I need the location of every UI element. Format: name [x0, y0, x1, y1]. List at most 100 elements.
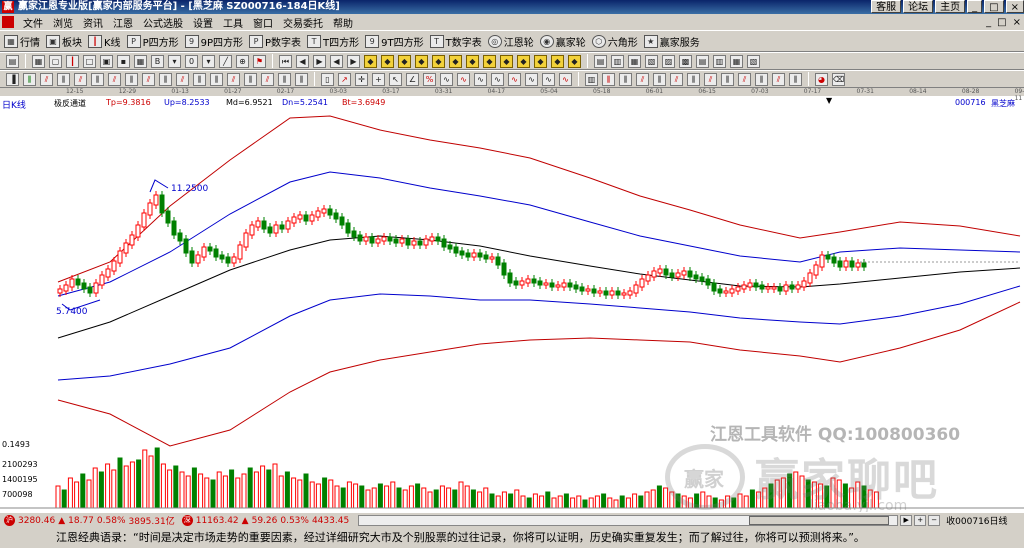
diamond-9-icon[interactable]: ◆ [500, 54, 513, 68]
menu-file[interactable]: 文件 [18, 15, 48, 30]
tool-bars-5-icon[interactable]: ⫼ [159, 72, 172, 86]
close-button[interactable]: × [1005, 0, 1024, 13]
tool-fib-4-icon[interactable]: ⫼ [653, 72, 666, 86]
tool-bars-3-icon[interactable]: ⫼ [125, 72, 138, 86]
9p-square-button[interactable]: 9 9P四方形 [184, 34, 243, 49]
menu-help[interactable]: 帮助 [328, 15, 358, 30]
tool-bars-8-icon[interactable]: ⫼ [210, 72, 223, 86]
chart-10-icon[interactable]: ▧ [747, 54, 760, 68]
candle-icon[interactable]: ┃ [66, 54, 79, 68]
grid-small-icon[interactable]: ▦ [134, 54, 147, 68]
tool-fib-10-icon[interactable]: ⫼ [755, 72, 768, 86]
diamond-8-icon[interactable]: ◆ [483, 54, 496, 68]
chart-5-icon[interactable]: ▨ [662, 54, 675, 68]
kline-button[interactable]: ┃ K线 [88, 34, 121, 49]
tool-wave-6-icon[interactable]: ∿ [525, 72, 538, 86]
menu-window[interactable]: 窗口 [248, 15, 278, 30]
tool-bars-6-icon[interactable]: ⫽ [176, 72, 189, 86]
tool-line-icon[interactable]: ⫼ [23, 72, 36, 86]
tool-wave-5-icon[interactable]: ∿ [508, 72, 521, 86]
chart-2-icon[interactable]: ▥ [611, 54, 624, 68]
menu-browse[interactable]: 浏览 [48, 15, 78, 30]
tool-arrow-icon[interactable]: ↗ [338, 72, 351, 86]
color-wheel-icon[interactable]: ◕ [815, 72, 828, 86]
tool-grid-icon[interactable]: ⫼ [57, 72, 70, 86]
tool-fib-7-icon[interactable]: ⫽ [704, 72, 717, 86]
cursor-icon[interactable]: ▯ [321, 72, 334, 86]
tool-bars-2-icon[interactable]: ⫽ [108, 72, 121, 86]
scroll-right-icon[interactable]: ▶ [900, 515, 913, 526]
diamond-11-icon[interactable]: ◆ [534, 54, 547, 68]
9t-square-button[interactable]: 9 9T四方形 [365, 34, 424, 49]
zoom-out-icon[interactable]: − [928, 515, 941, 526]
bar-icon[interactable]: ▐ [6, 72, 19, 86]
menu-gann[interactable]: 江恩 [108, 15, 138, 30]
hexagon-button[interactable]: ⬡ 六角形 [591, 34, 638, 49]
diamond-icon[interactable]: ◆ [364, 54, 377, 68]
plus-icon[interactable]: + [372, 72, 385, 86]
diamond-2-icon[interactable]: ◆ [381, 54, 394, 68]
tool-fib-9-icon[interactable]: ⫽ [738, 72, 751, 86]
tool-wave-3-icon[interactable]: ∿ [474, 72, 487, 86]
scrollbar-thumb[interactable] [749, 516, 890, 525]
square-icon[interactable]: ▢ [49, 54, 62, 68]
first-icon[interactable]: ⏮ [279, 54, 292, 68]
diamond-6-icon[interactable]: ◆ [449, 54, 462, 68]
menu-formula-screener[interactable]: 公式选股 [138, 15, 188, 30]
flag-icon[interactable]: ⚑ [253, 54, 266, 68]
square-alt-icon[interactable]: ▣ [100, 54, 113, 68]
chart-9-icon[interactable]: ▦ [730, 54, 743, 68]
menu-news[interactable]: 资讯 [78, 15, 108, 30]
next-icon[interactable]: ▶ [313, 54, 326, 68]
menu-trading[interactable]: 交易委托 [278, 15, 328, 30]
tool-bars-12-icon[interactable]: ⫼ [278, 72, 291, 86]
service-button[interactable]: ★ 赢家服务 [643, 34, 700, 49]
chart-4-icon[interactable]: ▧ [645, 54, 658, 68]
chart-8-icon[interactable]: ▥ [713, 54, 726, 68]
tool-fib-5-icon[interactable]: ⫽ [670, 72, 683, 86]
quotes-button[interactable]: ▦ 行情 [4, 34, 40, 49]
tool-parallel-icon[interactable]: ⫽ [74, 72, 87, 86]
tool-wave-2-icon[interactable]: ∿ [457, 72, 470, 86]
homepage-button[interactable]: 主页 [935, 0, 966, 13]
tool-fib-3-icon[interactable]: ⫽ [636, 72, 649, 86]
winner-wheel-button[interactable]: ◉ 赢家轮 [539, 34, 586, 49]
tool-fib-2-icon[interactable]: ⫼ [619, 72, 632, 86]
crosshair-icon[interactable]: ✛ [355, 72, 368, 86]
diamond-4-icon[interactable]: ◆ [415, 54, 428, 68]
period-tab[interactable]: 收000716日线 [946, 514, 1007, 527]
diamond-5-icon[interactable]: ◆ [432, 54, 445, 68]
chart-3-icon[interactable]: ▦ [628, 54, 641, 68]
menu-settings[interactable]: 设置 [188, 15, 218, 30]
square-outline-icon[interactable]: □ [83, 54, 96, 68]
tool-fib-12-icon[interactable]: ⫼ [789, 72, 802, 86]
chevron-down-icon[interactable]: ▾ [202, 54, 215, 68]
diamond-7-icon[interactable]: ◆ [466, 54, 479, 68]
dot-square-icon[interactable]: ▪ [117, 54, 130, 68]
tool-bars-4-icon[interactable]: ⫽ [142, 72, 155, 86]
chart-7-icon[interactable]: ▤ [696, 54, 709, 68]
diamond-12-icon[interactable]: ◆ [551, 54, 564, 68]
sector-button[interactable]: ▣ 板块 [46, 34, 82, 49]
chart-6-icon[interactable]: ▩ [679, 54, 692, 68]
percent-icon[interactable]: % [423, 72, 436, 86]
mdi-restore-button[interactable]: □ [994, 17, 1009, 28]
zero-dropdown-icon[interactable]: 0 [185, 54, 198, 68]
dropdown-icon[interactable]: ▾ [168, 54, 181, 68]
tool-chart-icon[interactable]: ▥ [585, 72, 598, 86]
diamond-3-icon[interactable]: ◆ [398, 54, 411, 68]
tool-bars-9-icon[interactable]: ⫽ [227, 72, 240, 86]
p-numbers-button[interactable]: P P数字表 [249, 34, 301, 49]
left-arrow-icon[interactable]: ◀ [330, 54, 343, 68]
right-arrow-icon[interactable]: ▶ [347, 54, 360, 68]
t-numbers-button[interactable]: T T数字表 [429, 34, 482, 49]
zoom-icon[interactable]: ⊕ [236, 54, 249, 68]
zoom-in-icon[interactable]: + [914, 515, 927, 526]
tool-fib-6-icon[interactable]: ⫼ [687, 72, 700, 86]
pointer-icon[interactable]: ↖ [389, 72, 402, 86]
mdi-minimize-button[interactable]: _ [983, 17, 994, 28]
tool-wave-4-icon[interactable]: ∿ [491, 72, 504, 86]
tool-bars-10-icon[interactable]: ⫼ [244, 72, 257, 86]
chart-icon[interactable]: ▤ [594, 54, 607, 68]
maximize-button[interactable]: □ [984, 0, 1004, 13]
